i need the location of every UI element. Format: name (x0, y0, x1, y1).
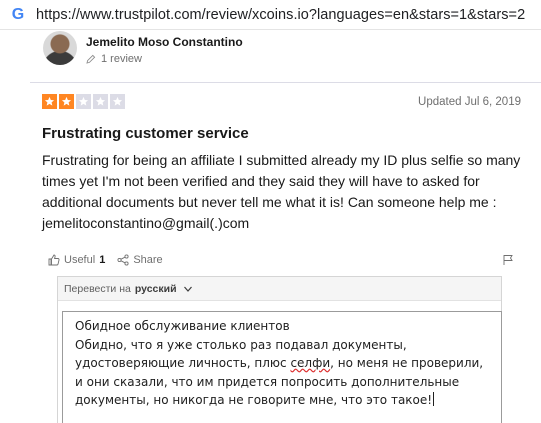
google-g-icon: G (11, 5, 25, 23)
share-button[interactable]: Share (117, 254, 163, 266)
translation-line: документы, но никогда не говорите мне, ч… (75, 391, 501, 410)
review-count: 1 review (86, 53, 142, 65)
chevron-down-icon[interactable] (183, 284, 193, 294)
thumbs-up-icon (48, 254, 60, 266)
star-icon (59, 94, 74, 109)
translation-line: Обидное обслуживание клиентов (75, 319, 290, 333)
avatar[interactable] (43, 31, 77, 65)
translation-line-part: , но меня не проверили, (330, 356, 484, 370)
review-title[interactable]: Frustrating customer service (42, 125, 249, 142)
translation-textarea[interactable]: Обидное обслуживание клиентов Обидно, чт… (62, 311, 502, 423)
useful-label: Useful (64, 254, 96, 266)
translation-line-part: документы, но никогда не говорите мне, ч… (75, 393, 433, 407)
url-text[interactable]: https://www.trustpilot.com/review/xcoins… (36, 7, 525, 23)
translation-line: и они сказали, что им придется попросить… (75, 374, 460, 389)
translate-bar[interactable]: Перевести на русский (58, 277, 501, 301)
review-body: Frustrating for being an affiliate I sub… (42, 152, 521, 231)
review-count-label: 1 review (101, 53, 142, 65)
divider (30, 82, 541, 83)
share-label: Share (133, 254, 163, 266)
translation-line: удостоверяющие личность, плюс селфи, но … (75, 354, 501, 373)
reviewer-name[interactable]: Jemelito Moso Constantino (86, 35, 243, 49)
star-icon (42, 94, 57, 109)
star-icon (110, 94, 125, 109)
star-rating (42, 94, 125, 109)
useful-count: 1 (99, 254, 106, 266)
translation-line: Обидно, что я уже столько раз подавал до… (75, 337, 407, 352)
pencil-icon (86, 54, 96, 64)
text-caret (433, 392, 435, 406)
review-actions: Useful 1 Share (48, 252, 514, 268)
updated-date: Updated Jul 6, 2019 (418, 96, 521, 108)
browser-address-bar[interactable]: G https://www.trustpilot.com/review/xcoi… (0, 0, 541, 30)
translate-prefix: Перевести на (64, 282, 131, 295)
flag-icon[interactable] (502, 254, 514, 266)
star-icon (76, 94, 91, 109)
translate-language[interactable]: русский (135, 283, 177, 295)
useful-button[interactable]: Useful 1 (48, 254, 105, 266)
translation-line-part: удостоверяющие личность, плюс (75, 356, 291, 370)
star-icon (93, 94, 108, 109)
spellcheck-word[interactable]: селфи (290, 356, 330, 370)
share-icon (117, 254, 129, 266)
